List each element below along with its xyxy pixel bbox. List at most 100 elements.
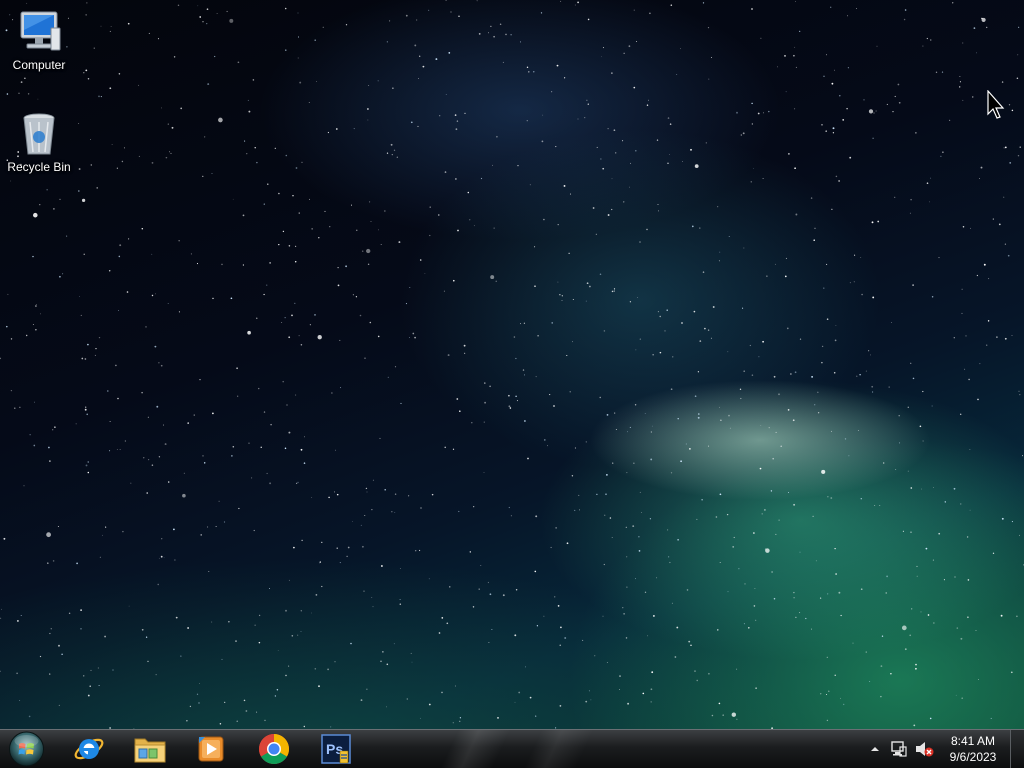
star bbox=[1016, 77, 1019, 79]
star bbox=[977, 398, 979, 401]
star bbox=[639, 491, 641, 493]
system-clock[interactable]: 8:41 AM 9/6/2023 bbox=[940, 733, 1006, 765]
star bbox=[355, 296, 358, 298]
star bbox=[842, 119, 845, 121]
star bbox=[399, 598, 401, 601]
network-icon[interactable] bbox=[890, 740, 908, 758]
star bbox=[627, 431, 628, 433]
taskbar-pin-internet-explorer[interactable] bbox=[60, 732, 118, 766]
star bbox=[171, 126, 174, 129]
star bbox=[615, 152, 617, 154]
star bbox=[799, 30, 801, 32]
star bbox=[476, 0, 478, 2]
star bbox=[1019, 393, 1021, 396]
star bbox=[722, 714, 724, 716]
star bbox=[838, 180, 840, 182]
star bbox=[778, 519, 780, 521]
star bbox=[416, 19, 418, 21]
star bbox=[472, 606, 475, 608]
star bbox=[635, 578, 636, 580]
show-desktop-button[interactable] bbox=[1010, 730, 1024, 768]
star bbox=[34, 401, 35, 403]
star bbox=[162, 424, 164, 426]
star bbox=[427, 9, 430, 12]
star bbox=[611, 290, 614, 293]
star bbox=[933, 622, 935, 624]
desktop-icon-computer[interactable]: Computer bbox=[1, 8, 77, 72]
star bbox=[54, 426, 56, 428]
star bbox=[635, 349, 637, 351]
star bbox=[444, 446, 446, 449]
star bbox=[523, 322, 526, 324]
taskbar-pin-photoshop[interactable]: Ps bbox=[307, 732, 365, 766]
star bbox=[840, 697, 841, 699]
star bbox=[569, 193, 572, 195]
taskbar-pin-windows-explorer[interactable] bbox=[121, 732, 179, 766]
star bbox=[356, 229, 358, 231]
star bbox=[380, 243, 382, 246]
star bbox=[288, 431, 291, 434]
star bbox=[611, 208, 613, 211]
star bbox=[574, 447, 576, 449]
star bbox=[328, 496, 330, 499]
star bbox=[7, 293, 9, 295]
star bbox=[148, 459, 150, 461]
star bbox=[428, 703, 431, 706]
star bbox=[701, 499, 703, 501]
desktop-background[interactable]: Computer Recycle Bin bbox=[0, 0, 1024, 729]
star bbox=[870, 354, 872, 356]
star bbox=[456, 398, 459, 400]
star bbox=[526, 120, 528, 122]
taskbar-pin-chrome[interactable] bbox=[245, 732, 303, 766]
star bbox=[160, 364, 163, 367]
start-button[interactable] bbox=[7, 730, 46, 768]
star bbox=[907, 406, 910, 409]
star bbox=[321, 541, 323, 544]
star bbox=[200, 534, 202, 536]
star bbox=[651, 425, 653, 427]
star bbox=[922, 45, 924, 47]
star bbox=[138, 84, 140, 86]
star bbox=[898, 442, 901, 444]
star bbox=[592, 207, 595, 209]
star bbox=[260, 446, 262, 448]
volume-muted-icon[interactable] bbox=[914, 740, 934, 758]
star bbox=[247, 99, 249, 101]
star bbox=[707, 445, 710, 447]
star bbox=[231, 455, 233, 457]
desktop-icon-recycle-bin[interactable]: Recycle Bin bbox=[1, 110, 77, 174]
star bbox=[277, 650, 279, 651]
star bbox=[930, 177, 932, 179]
star bbox=[821, 361, 823, 364]
star bbox=[327, 668, 329, 671]
star bbox=[868, 350, 870, 352]
star bbox=[961, 697, 964, 700]
star bbox=[697, 371, 700, 373]
show-hidden-icons-arrow-icon[interactable] bbox=[870, 744, 880, 754]
star bbox=[253, 529, 255, 532]
star bbox=[959, 86, 961, 88]
star bbox=[777, 66, 779, 68]
star bbox=[535, 715, 537, 717]
chrome-icon bbox=[258, 734, 290, 765]
star bbox=[749, 344, 751, 347]
star bbox=[983, 263, 986, 266]
star bbox=[571, 475, 574, 477]
star bbox=[727, 591, 729, 593]
star bbox=[258, 614, 261, 617]
star bbox=[282, 380, 284, 383]
star bbox=[533, 71, 535, 73]
taskbar-pin-media-player[interactable] bbox=[182, 732, 240, 766]
star bbox=[564, 637, 567, 639]
star bbox=[422, 65, 425, 68]
star bbox=[163, 557, 165, 559]
star bbox=[20, 615, 22, 616]
star bbox=[175, 616, 178, 619]
star bbox=[110, 26, 112, 27]
star bbox=[285, 49, 287, 51]
star bbox=[901, 625, 907, 631]
star bbox=[834, 339, 837, 342]
recycle-bin-icon bbox=[15, 110, 63, 158]
star bbox=[926, 182, 929, 184]
star bbox=[366, 688, 368, 690]
